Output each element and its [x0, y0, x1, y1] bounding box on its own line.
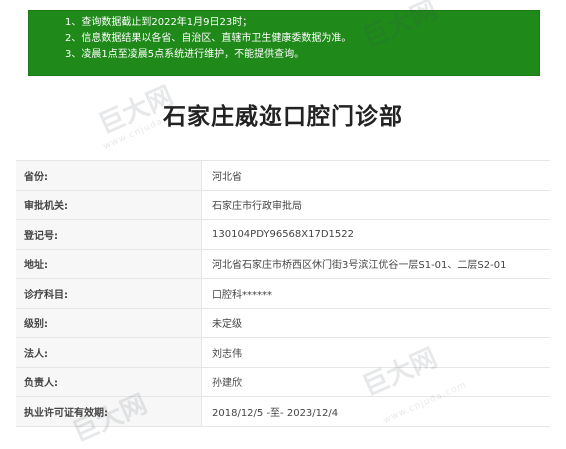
row-value: 2018/12/5 -至- 2023/12/4 [202, 397, 550, 426]
table-row-principal: 负责人: 孙建欣 [16, 367, 550, 397]
row-label: 执业许可证有效期: [16, 397, 202, 426]
table-row-level: 级别: 未定级 [16, 308, 550, 338]
notice-line-3: 3、凌晨1点至凌晨5点系统进行维护，不能提供查询。 [65, 49, 305, 60]
row-value: 刘志伟 [202, 338, 550, 367]
row-label: 级别: [16, 308, 202, 337]
row-value: 孙建欣 [202, 367, 550, 396]
notice-line-1: 1、查询数据截止到2022年1月9日23时； [65, 17, 253, 28]
notice-banner: 1、查询数据截止到2022年1月9日23时； 2、信息数据结果以各省、自治区、直… [28, 10, 540, 76]
table-row-authority: 审批机关: 石家庄市行政审批局 [16, 190, 550, 220]
row-label: 省份: [16, 161, 202, 190]
row-value: 河北省石家庄市桥西区休门街3号滨江优谷一层S1-01、二层S2-01 [202, 249, 550, 278]
row-label: 登记号: [16, 220, 202, 249]
row-label: 诊疗科目: [16, 279, 202, 308]
row-value: 130104PDY96568X17D1522 [202, 220, 550, 249]
row-value: 石家庄市行政审批局 [202, 190, 550, 219]
row-value: 口腔科****** [202, 279, 550, 308]
row-label: 地址: [16, 249, 202, 278]
table-row-registration: 登记号: 130104PDY96568X17D1522 [16, 220, 550, 250]
row-label: 负责人: [16, 367, 202, 396]
row-value: 河北省 [202, 161, 550, 190]
row-label: 法人: [16, 338, 202, 367]
row-value: 未定级 [202, 308, 550, 337]
table-row-license-validity: 执业许可证有效期: 2018/12/5 -至- 2023/12/4 [16, 397, 550, 427]
page-title: 石家庄威迩口腔门诊部 [163, 104, 403, 130]
table-row-departments: 诊疗科目: 口腔科****** [16, 279, 550, 309]
table-row-legal-person: 法人: 刘志伟 [16, 338, 550, 368]
table-row-address: 地址: 河北省石家庄市桥西区休门街3号滨江优谷一层S1-01、二层S2-01 [16, 249, 550, 279]
table-row-province: 省份: 河北省 [16, 161, 550, 191]
row-label: 审批机关: [16, 190, 202, 219]
notice-line-2: 2、信息数据结果以各省、自治区、直辖市卫生健康委数据为准。 [65, 33, 352, 44]
info-table: 省份: 河北省 审批机关: 石家庄市行政审批局 登记号: 130104PDY96… [16, 160, 550, 427]
